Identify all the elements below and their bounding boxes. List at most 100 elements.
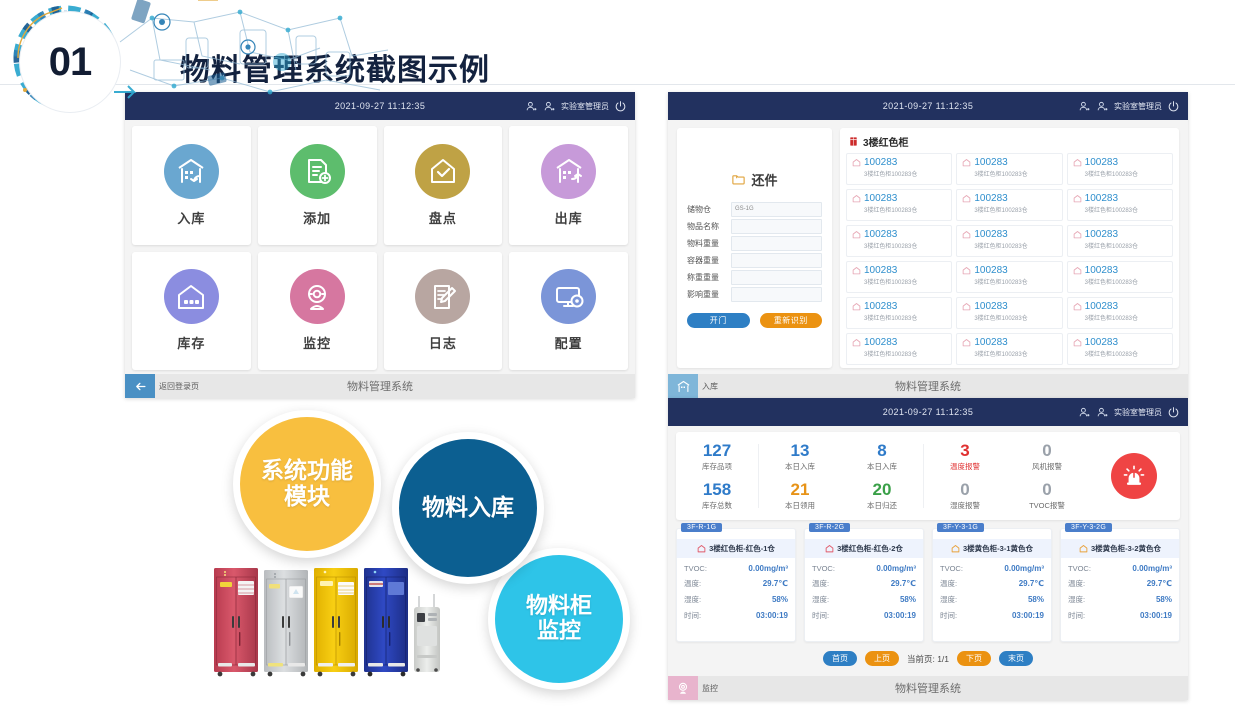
panel3-topbar: 2021-09-27 11:12:35 实验室管理员 xyxy=(668,398,1188,426)
pager-first-button[interactable]: 首页 xyxy=(822,651,857,666)
monitor-card-tag: 3F-Y-3-2G xyxy=(1065,523,1113,532)
system-name-label: 物料管理系统 xyxy=(347,381,413,393)
cabinet-slot-item[interactable]: 100283 3楼红色柜100283仓 xyxy=(956,297,1063,329)
power-icon[interactable] xyxy=(1167,406,1180,419)
slot-top: 100283 xyxy=(1073,265,1167,276)
slot-sub: 3楼红色柜100283仓 xyxy=(974,352,1028,358)
menu-tile-inbound[interactable]: 入库 xyxy=(132,126,251,245)
monitor-card-tag: 3F-Y-3-1G xyxy=(937,523,985,532)
slot-code: 100283 xyxy=(864,229,898,240)
monitor-row-label: 湿度: xyxy=(812,595,830,604)
stat-label: 库存总数 xyxy=(702,500,732,510)
tile-icon-bg-6 xyxy=(415,269,471,325)
monitor-card[interactable]: 3F-R-2G 3楼红色柜-红色-2仓 TVOC: 0.00mg/m³ 温度: … xyxy=(804,523,924,642)
cabinet-slot-item[interactable]: 100283 3楼红色柜100283仓 xyxy=(1066,333,1173,365)
cabinet-slot-item[interactable]: 100283 3楼红色柜100283仓 xyxy=(1066,261,1173,293)
monitor-row-label: TVOC: xyxy=(812,564,835,573)
monitor-card-tag: 3F-R-1G xyxy=(681,523,723,532)
cabinet-slot-item[interactable]: 100283 3楼红色柜100283仓 xyxy=(846,333,953,365)
form-field-input[interactable] xyxy=(731,270,822,285)
pager-prev-button[interactable]: 上页 xyxy=(864,651,899,666)
alarm-button-area xyxy=(1088,453,1180,499)
back-to-login-button[interactable] xyxy=(125,374,155,398)
form-field-row: 称重重量 xyxy=(687,270,822,285)
stat-value: 0 xyxy=(1042,479,1052,499)
monitor-row: 湿度: 58% xyxy=(684,594,788,605)
slot-top: 100283 xyxy=(852,337,946,348)
pager-current-label: 当前页: 1/1 xyxy=(906,653,950,664)
user-icon[interactable] xyxy=(525,100,538,113)
tile-icon-bg-4 xyxy=(163,269,219,325)
menu-tile-outbound[interactable]: 出库 xyxy=(509,126,628,245)
tile-icon-bg-7 xyxy=(541,269,597,325)
user-switch-icon[interactable] xyxy=(1096,100,1109,113)
monitor-module-button[interactable] xyxy=(668,676,698,700)
form-field-input[interactable] xyxy=(731,287,822,302)
stat-value: 0 xyxy=(960,479,970,499)
slot-sub: 3楼红色柜100283仓 xyxy=(1084,316,1139,322)
bubble-label: 物料柜 监控 xyxy=(526,594,592,643)
pager-last-button[interactable]: 末页 xyxy=(999,651,1034,666)
menu-tile-add[interactable]: 添加 xyxy=(257,126,377,245)
monitor-card[interactable]: 3F-Y-3-2G 3楼黄色柜-3-2黄色仓 TVOC: 0.00mg/m³ 温… xyxy=(1060,523,1180,642)
cabinet-slot-item[interactable]: 100283 3楼红色柜100283仓 xyxy=(846,225,953,257)
pager-next-button[interactable]: 下页 xyxy=(957,651,992,666)
power-icon[interactable] xyxy=(1167,100,1180,113)
open-door-button[interactable]: 开门 xyxy=(687,313,750,328)
monitor-card-header: 3楼红色柜-红色-1仓 xyxy=(677,539,795,558)
cabinet-slot-item[interactable]: 100283 3楼红色柜100283仓 xyxy=(1066,189,1173,221)
menu-tile-stocktake[interactable]: 盘点 xyxy=(383,126,503,245)
user-icon[interactable] xyxy=(1078,100,1091,113)
form-field-input[interactable] xyxy=(731,236,822,251)
stat-label: TVOC报警 xyxy=(1029,500,1065,510)
user-switch-icon[interactable] xyxy=(543,100,556,113)
monitor-row: 湿度: 58% xyxy=(812,594,916,605)
slot-code: 100283 xyxy=(974,229,1008,240)
form-title-text: 还件 xyxy=(751,173,778,188)
alarm-button[interactable] xyxy=(1111,453,1157,499)
user-switch-icon[interactable] xyxy=(1096,406,1109,419)
menu-tile-monitor[interactable]: 监控 xyxy=(257,251,377,370)
cabinet-slot-item[interactable]: 100283 3楼红色柜100283仓 xyxy=(956,153,1063,185)
monitor-row-value: 29.7℃ xyxy=(890,579,916,588)
stat-unit: 3 温度报警 xyxy=(950,442,980,472)
cabinet-slot-item[interactable]: 100283 3楼红色柜100283仓 xyxy=(1066,225,1173,257)
slot-sub: 3楼红色柜100283仓 xyxy=(1084,208,1139,214)
slot-top: 100283 xyxy=(852,265,946,276)
cabinet-slot-item[interactable]: 100283 3楼红色柜100283仓 xyxy=(956,189,1063,221)
cabinet-slot-item[interactable]: 100283 3楼红色柜100283仓 xyxy=(1066,297,1173,329)
monitor-gear-icon xyxy=(555,286,584,308)
form-field-input[interactable]: GS-1G xyxy=(731,202,822,217)
inbound-module-button[interactable] xyxy=(668,374,698,398)
back-to-login-label: 返回登录页 xyxy=(159,381,199,391)
cabinet-slot-item[interactable]: 100283 3楼红色柜100283仓 xyxy=(846,297,953,329)
cabinet-blue xyxy=(364,568,408,677)
cabinet-slot-item[interactable]: 100283 3楼红色柜100283仓 xyxy=(846,261,953,293)
cabinet-slot-item[interactable]: 100283 3楼红色柜100283仓 xyxy=(956,333,1063,365)
menu-tile-stock[interactable]: 库存 xyxy=(132,251,251,370)
cabinet-slot-item[interactable]: 100283 3楼红色柜100283仓 xyxy=(956,225,1063,257)
monitor-card-grid: 3F-R-1G 3楼红色柜-红色-1仓 TVOC: 0.00mg/m³ 温度: … xyxy=(676,523,1180,642)
cabinet-yellow xyxy=(314,568,358,677)
monitor-row-label: 时间: xyxy=(940,611,958,620)
monitor-row-value: 03:00:19 xyxy=(1011,611,1044,620)
form-field-input[interactable] xyxy=(731,219,822,234)
menu-tile-settings[interactable]: 配置 xyxy=(509,251,628,370)
rescan-button[interactable]: 重新识别 xyxy=(759,313,822,328)
cabinet-slot-item[interactable]: 100283 3楼红色柜100283仓 xyxy=(846,153,953,185)
warehouse-slot-icon xyxy=(963,159,971,167)
cabinet-slot-item[interactable]: 100283 3楼红色柜100283仓 xyxy=(956,261,1063,293)
monitor-card[interactable]: 3F-Y-3-1G 3楼黄色柜-3-1黄色仓 TVOC: 0.00mg/m³ 温… xyxy=(932,523,1052,642)
menu-tile-log[interactable]: 日志 xyxy=(383,251,503,370)
cabinet-slot-item[interactable]: 100283 3楼红色柜100283仓 xyxy=(1066,153,1173,185)
monitor-card[interactable]: 3F-R-1G 3楼红色柜-红色-1仓 TVOC: 0.00mg/m³ 温度: … xyxy=(676,523,796,642)
cabinet-slot-item[interactable]: 100283 3楼红色柜100283仓 xyxy=(846,189,953,221)
form-field-input[interactable] xyxy=(731,253,822,268)
cabinet-slot-grid: 100283 3楼红色柜100283仓 100283 3楼红色柜100283仓 … xyxy=(846,153,1173,365)
inbound-module-label: 入库 xyxy=(702,381,718,391)
tile-icon-bg-0 xyxy=(163,143,219,199)
monitor-card-rows: TVOC: 0.00mg/m³ 温度: 29.7℃ 湿度: 58% 时间: 03… xyxy=(933,558,1051,621)
power-icon[interactable] xyxy=(614,100,627,113)
user-icon[interactable] xyxy=(1078,406,1091,419)
user-name-label: 实验室管理员 xyxy=(1114,407,1162,417)
